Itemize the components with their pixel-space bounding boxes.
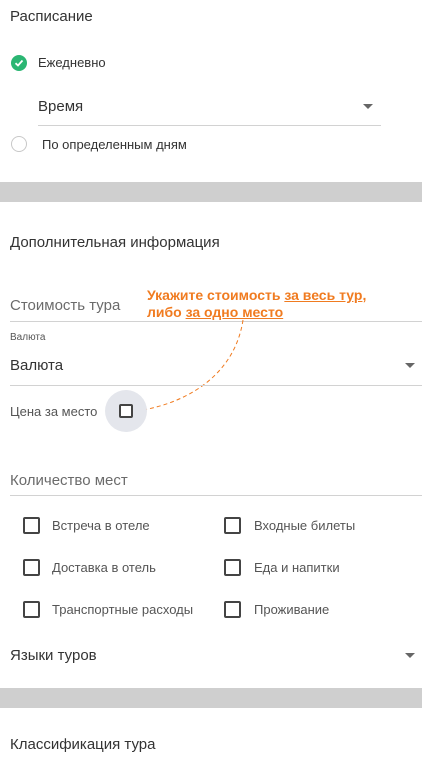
seats-underline [10,495,422,496]
chevron-down-icon [363,104,373,109]
currency-underline [10,385,422,386]
checkbox-entrance-tickets[interactable] [224,517,241,534]
currency-value: Валюта [10,357,64,374]
seats-field[interactable]: Количество мест [10,468,422,497]
hint-link-whole-tour[interactable]: за весь тур [284,287,362,303]
per-seat-checkbox[interactable] [105,390,147,432]
hotel-delivery-label[interactable]: Доставка в отель [52,560,156,575]
checkbox-hotel-meeting[interactable] [23,517,40,534]
currency-label: Валюта [10,332,46,343]
time-select[interactable]: Время [38,96,381,126]
price-hint: Укажите стоимость за весь тур, либо за о… [147,287,417,321]
price-placeholder: Стоимость тура [10,297,121,314]
entrance-tickets-label[interactable]: Входные билеты [254,518,355,533]
schedule-title: Расписание [10,8,93,25]
seats-placeholder: Количество мест [10,472,128,489]
languages-value: Языки туров [10,647,97,664]
hint-comma: , [362,287,367,303]
checkbox-transport[interactable] [23,601,40,618]
section-divider [0,182,422,202]
radio-specific-days[interactable] [11,136,27,152]
time-select-value: Время [38,98,84,115]
section-divider-2 [0,688,422,708]
chevron-down-icon [405,363,415,368]
radio-specific-days-label[interactable]: По определенным дням [42,137,187,152]
checkbox-hotel-delivery[interactable] [23,559,40,576]
tour-form: Расписание Ежедневно Время По определенн… [0,0,422,758]
check-circle-icon [11,55,27,71]
food-drinks-label[interactable]: Еда и напитки [254,560,340,575]
checkbox-food-drinks[interactable] [224,559,241,576]
classification-title: Классификация тура [10,736,156,753]
languages-select[interactable]: Языки туров [10,646,422,670]
time-select-underline [38,125,381,126]
checkbox-icon [119,404,133,418]
checkbox-accommodation[interactable] [224,601,241,618]
currency-select[interactable]: Валюта Валюта [10,330,422,386]
chevron-down-icon [405,653,415,658]
hotel-meeting-label[interactable]: Встреча в отеле [52,518,150,533]
per-seat-label: Цена за место [10,404,98,419]
additional-info-title: Дополнительная информация [10,234,220,251]
radio-daily-label[interactable]: Ежедневно [38,55,106,70]
radio-daily[interactable] [11,55,27,71]
transport-label[interactable]: Транспортные расходы [52,602,193,617]
hint-text: Укажите стоимость [147,287,285,303]
accommodation-label[interactable]: Проживание [254,602,329,617]
